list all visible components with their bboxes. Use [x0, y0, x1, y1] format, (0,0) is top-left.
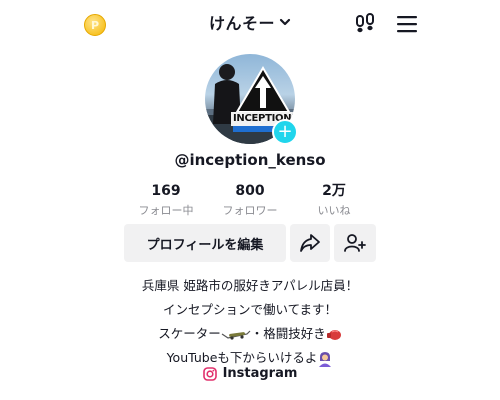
bio-line: インセプションで働いてます！: [162, 302, 337, 317]
bio-text: ・格闘技好き: [250, 326, 326, 341]
stat-likes[interactable]: 2万 いいね: [292, 183, 376, 218]
add-friend-button[interactable]: [334, 224, 376, 262]
profile-screen: P けんそー INCEPTION + @inception_kenso 169 …: [0, 0, 500, 400]
instagram-label: Instagram: [222, 366, 298, 381]
stat-following[interactable]: 169 フォロー中: [124, 183, 208, 218]
bio-line: スケーター ・格闘技好き: [0, 322, 500, 346]
share-profile-button[interactable]: [290, 224, 330, 262]
account-title: けんそー: [208, 14, 275, 33]
stat-value: 2万: [322, 183, 346, 199]
stat-value: 800: [235, 183, 265, 199]
instagram-link[interactable]: Instagram: [0, 366, 500, 381]
share-arrow-icon: [300, 234, 320, 252]
add-avatar-button[interactable]: +: [272, 119, 298, 145]
person-emoji-icon: [319, 351, 332, 367]
edit-profile-button[interactable]: プロフィールを編集: [124, 224, 286, 262]
bio-text: YouTubeも下からいけるよ: [166, 350, 318, 365]
stat-value: 169: [151, 183, 181, 199]
username: @inception_kenso: [174, 151, 326, 169]
menu-icon[interactable]: [396, 15, 418, 33]
bio-text: スケーター: [158, 326, 221, 341]
stat-label: フォロワー: [222, 204, 278, 217]
account-switcher[interactable]: けんそー: [0, 10, 500, 34]
profile-stats: 169 フォロー中 800 フォロワー 2万 いいね: [124, 183, 376, 218]
chevron-down-icon: [279, 18, 291, 26]
footprints-icon[interactable]: [354, 13, 376, 35]
instagram-icon: [202, 366, 217, 381]
bio-line: 兵庫県 姫路市の服好きアパレル店員！: [141, 278, 359, 293]
bio: 兵庫県 姫路市の服好きアパレル店員！ インセプションで働いてます！ スケーター …: [0, 274, 500, 370]
boxing-glove-icon: [326, 329, 341, 340]
stat-label: いいね: [317, 204, 351, 217]
add-user-icon: [344, 234, 366, 252]
skateboard-icon: [221, 330, 251, 340]
stat-label: フォロー中: [138, 204, 194, 217]
stat-followers[interactable]: 800 フォロワー: [208, 183, 292, 218]
